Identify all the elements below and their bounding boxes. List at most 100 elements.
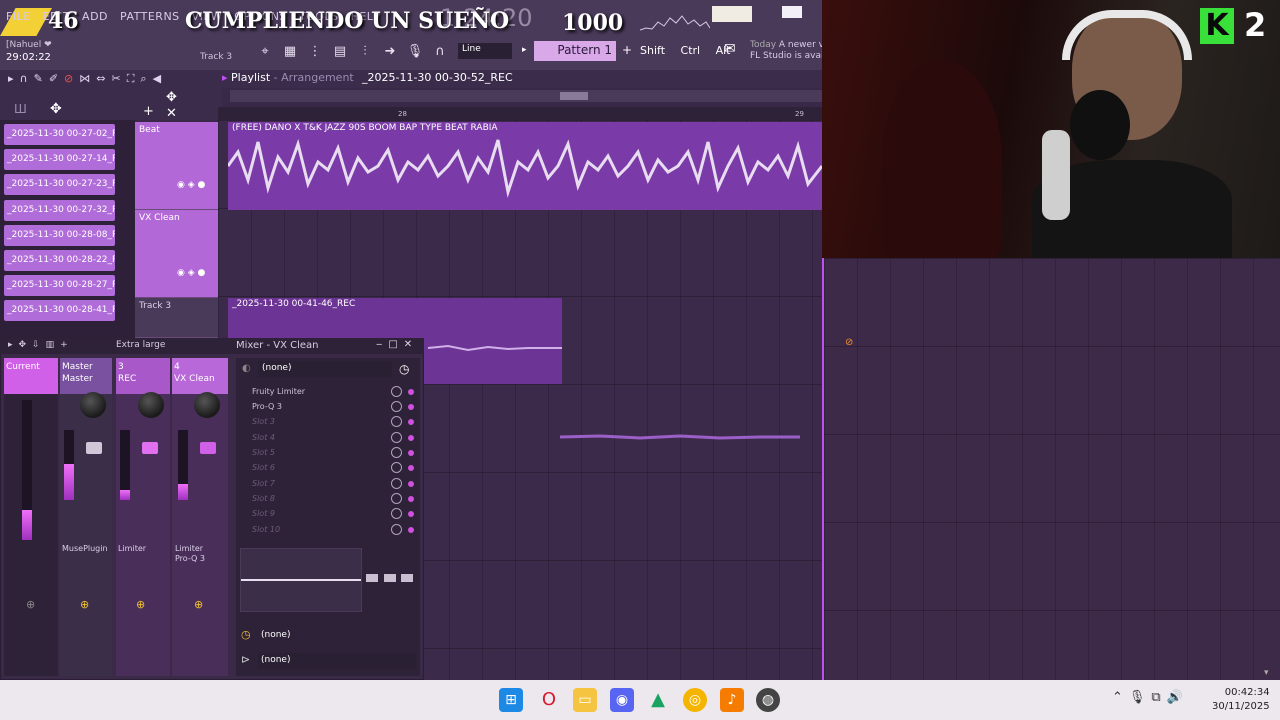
track-header-beat[interactable]: Beat ◉ ◈ ● [135, 122, 218, 210]
browser-clip[interactable]: _2025-11-30 00-28-08_R [4, 225, 115, 246]
drive-icon[interactable]: ▲ [646, 688, 670, 712]
route-icon[interactable]: ⊕ [26, 598, 35, 611]
eq-band-fader[interactable] [366, 574, 378, 582]
slot-enable[interactable] [408, 511, 414, 517]
slip-tool-icon[interactable]: ⇔ [96, 72, 105, 86]
volume-fader[interactable] [142, 442, 158, 454]
route-icon[interactable]: ⊕ [80, 598, 89, 611]
mixer-strip-vx-clean[interactable]: 4 VX Clean Limiter Pro-Q 3 ⊕ [172, 358, 228, 676]
add-track-button[interactable]: + [143, 104, 154, 119]
playback-tool-icon[interactable]: ◀ [153, 72, 161, 86]
pattern-select[interactable]: Pattern 1 [534, 41, 616, 61]
browser-tree-icon[interactable]: ✥ [50, 101, 62, 117]
track-header-vx-clean[interactable]: VX Clean ◉ ◈ ● [135, 210, 218, 298]
fx-slot[interactable]: Pro-Q 3 [252, 402, 388, 416]
windows-start-icon[interactable]: ⊞ [499, 688, 523, 712]
slot-mix-knob[interactable] [391, 386, 402, 397]
slot-enable[interactable] [408, 419, 414, 425]
menu-add[interactable]: ADD [82, 10, 108, 23]
route-icon[interactable]: ⊕ [136, 598, 145, 611]
fx-slot[interactable]: Slot 7 [252, 479, 388, 493]
paint-tool-icon[interactable]: ✐ [49, 72, 58, 86]
select-tool-icon[interactable]: ⛶ [127, 72, 135, 86]
slot-enable[interactable] [408, 404, 414, 410]
clock-icon[interactable]: ◷ [399, 362, 409, 376]
slot-enable[interactable] [408, 465, 414, 471]
slot-mix-knob[interactable] [391, 478, 402, 489]
menu-patterns[interactable]: PATTERNS [120, 10, 180, 23]
volume-fader[interactable] [86, 442, 102, 454]
pan-knob[interactable] [194, 392, 220, 418]
taskbar-clock[interactable]: 00:42:34 30/11/2025 [1212, 686, 1270, 714]
snap-icon[interactable]: ⌖ [256, 43, 274, 61]
volume-fader[interactable] [200, 442, 216, 454]
mixer-tool-icons[interactable]: ▸✥⇩▥+ [8, 340, 74, 350]
fx-slot[interactable]: Slot 9 [252, 509, 388, 523]
input-select-box[interactable]: (none) [258, 653, 416, 669]
eq-display[interactable] [240, 548, 362, 612]
microphone-icon[interactable]: 🎙 [406, 43, 424, 61]
slot-enable[interactable] [408, 389, 414, 395]
slot-mix-knob[interactable] [391, 416, 402, 427]
browser-clip[interactable]: _2025-11-30 00-28-22_R [4, 250, 115, 271]
slot-mix-knob[interactable] [391, 462, 402, 473]
browser-clip[interactable]: _2025-11-30 00-28-27_R [4, 275, 115, 296]
slot-enable[interactable] [408, 435, 414, 441]
horizontal-scrollbar[interactable] [230, 90, 822, 102]
mixer-icon[interactable]: ⫶ [356, 43, 374, 61]
slot-mix-knob[interactable] [391, 524, 402, 535]
fx-slot[interactable]: Slot 10 [252, 525, 388, 539]
fl-studio-icon[interactable]: ♪ [720, 688, 744, 712]
slot-enable[interactable] [408, 527, 414, 533]
preset-select[interactable]: (none) [258, 361, 392, 377]
pan-knob[interactable] [138, 392, 164, 418]
piano-roll-icon[interactable]: ▤ [331, 43, 349, 61]
channel-rack-icon[interactable]: ⋮ [306, 43, 324, 61]
snap-select[interactable]: Line [458, 43, 512, 59]
draw-tool-icon[interactable]: ✎ [34, 72, 43, 86]
delete-tool-icon[interactable]: ⊘ [64, 72, 73, 86]
slot-mix-knob[interactable] [391, 401, 402, 412]
close-icon[interactable]: ✕ [166, 106, 177, 121]
fx-slot[interactable]: Slot 4 [252, 433, 388, 447]
slot-mix-knob[interactable] [391, 508, 402, 519]
magnet-tool-icon[interactable]: ∩ [20, 72, 28, 86]
track-header-track-3[interactable]: Track 3 [135, 298, 218, 338]
obs-icon[interactable]: ◍ [756, 688, 780, 712]
pan-knob[interactable] [80, 392, 106, 418]
slot-mix-knob[interactable] [391, 432, 402, 443]
eq-band-fader[interactable] [401, 574, 413, 582]
mixer-strip-master[interactable]: Master Master MusePlugin ⊕ [60, 358, 112, 676]
slot-enable[interactable] [408, 450, 414, 456]
slot-enable[interactable] [408, 481, 414, 487]
magnet-icon[interactable]: ∩ [431, 43, 449, 61]
slot-mix-knob[interactable] [391, 447, 402, 458]
mixer-strip-rec[interactable]: 3 REC Limiter ⊕ [116, 358, 170, 676]
browser-icon[interactable]: Ш [14, 102, 27, 116]
shift-key[interactable]: Shift [640, 44, 665, 57]
discord-icon[interactable]: ◉ [610, 688, 634, 712]
add-pattern-button[interactable]: + [622, 43, 632, 57]
browser-clip[interactable]: _2025-11-30 00-27-32_R [4, 200, 115, 221]
slot-mix-knob[interactable] [391, 493, 402, 504]
arrow-right-icon[interactable]: ➜ [381, 43, 399, 61]
ctrl-key[interactable]: Ctrl [681, 44, 701, 57]
eq-band-fader[interactable] [384, 574, 396, 582]
fx-slot[interactable]: Fruity Limiter [252, 387, 388, 401]
grid-icon[interactable]: ▦ [281, 43, 299, 61]
playlist-grid-right[interactable] [824, 258, 1280, 680]
fx-slot[interactable]: Slot 6 [252, 463, 388, 477]
scrollbar-thumb[interactable] [560, 92, 588, 100]
browser-clip[interactable]: _2025-11-30 00-27-14_R [4, 149, 115, 170]
news-panel[interactable]: Today A newer ve FL Studio is availal [750, 40, 822, 62]
track-controls-icon[interactable]: ◉ ◈ ● [177, 180, 205, 190]
move-icon[interactable]: ✥ [166, 90, 177, 105]
route-icon[interactable]: ⊕ [194, 598, 203, 611]
output-select[interactable]: (none) [261, 630, 290, 640]
system-tray[interactable]: ⌃🎙⧉🔊 [1112, 690, 1189, 705]
browser-clip[interactable]: _2025-11-30 00-27-23_R [4, 174, 115, 195]
browser-clip[interactable]: _2025-11-30 00-27-02_R [4, 124, 115, 145]
play-icon[interactable]: ▸ [8, 72, 14, 86]
mixer-strip-current[interactable]: Current ⊕ [4, 358, 58, 676]
fx-slot[interactable]: Slot 5 [252, 448, 388, 462]
